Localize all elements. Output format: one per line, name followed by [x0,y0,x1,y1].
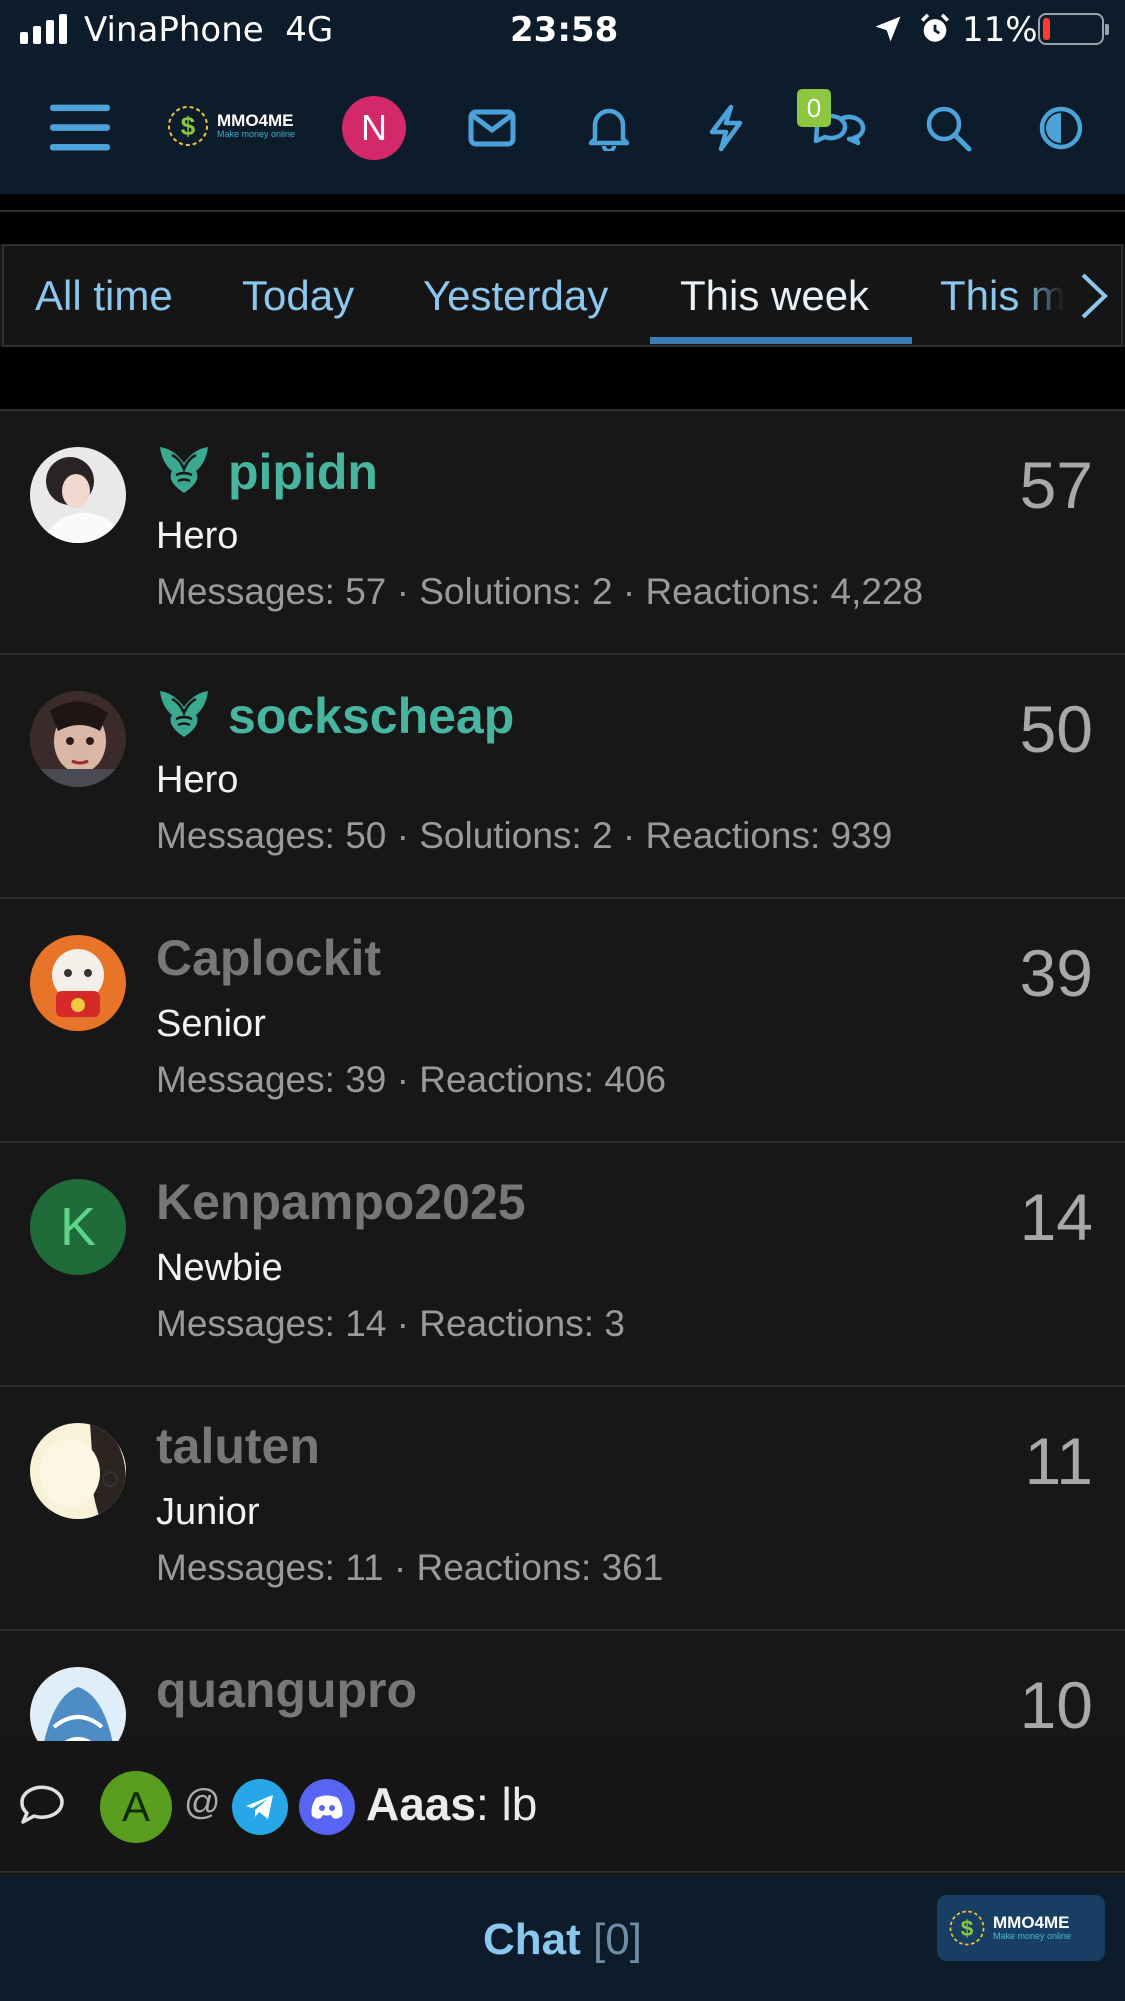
member-title: Junior [156,1491,260,1533]
footer-logo[interactable]: $ MMO4ME Make money online [937,1895,1105,1961]
list-item[interactable]: K Kenpampo2025 Newbie Messages: 14 · Rea… [0,1141,1125,1385]
lightning-icon[interactable] [696,98,756,158]
time-range-tabs: All time Today Yesterday This week This … [2,244,1123,347]
member-stats: Messages: 57 · Solutions: 2 · Reactions:… [156,571,924,612]
chevron-right-icon[interactable] [1072,268,1116,324]
member-title: Senior [156,1003,266,1045]
svg-text:$: $ [961,1916,974,1941]
telegram-icon[interactable] [232,1779,288,1835]
conversations-badge: 0 [797,89,831,127]
signal-icon [20,14,67,44]
member-stats: Messages: 14 · Reactions: 3 [156,1303,625,1344]
member-name[interactable]: taluten [156,1417,320,1475]
avatar[interactable] [30,1667,126,1741]
tab-this-week[interactable]: This week [680,246,869,345]
avatar[interactable]: A [100,1771,172,1843]
avatar[interactable] [30,935,126,1031]
battery-icon [1038,13,1109,45]
list-item[interactable]: sockscheap Hero Messages: 50 · Solutions… [0,653,1125,897]
location-arrow-icon [873,14,903,48]
site-logo[interactable]: $ MMO4ME Make money online [165,96,305,156]
search-icon[interactable] [918,98,978,158]
mention-symbol: @ [184,1781,221,1822]
member-name[interactable]: pipidn [228,443,378,501]
menu-icon[interactable] [50,98,110,158]
tab-all-time[interactable]: All time [35,246,173,345]
theme-toggle-icon[interactable] [1031,98,1091,158]
logo-emblem-icon: $ [949,1910,985,1946]
discord-icon[interactable] [299,1779,355,1835]
battery-percent: 11% [962,10,1038,50]
list-item[interactable]: quangupro 10 [0,1629,1125,1741]
carrier-label: VinaPhone 4G [84,10,334,50]
alarm-icon [918,12,952,50]
member-title: Hero [156,759,239,801]
member-name[interactable]: quangupro [156,1661,417,1719]
member-stats: Messages: 11 · Reactions: 361 [156,1547,664,1588]
member-title: Hero [156,515,239,557]
avatar[interactable] [30,1423,126,1519]
member-name[interactable]: Caplockit [156,929,381,987]
message-count: 11 [1024,1424,1093,1498]
status-bar: VinaPhone 4G 23:58 11% [0,0,1125,58]
list-item[interactable]: Caplockit Senior Messages: 39 · Reaction… [0,897,1125,1141]
avatar[interactable] [30,691,126,787]
clock: 23:58 [510,10,619,50]
member-stats: Messages: 50 · Solutions: 2 · Reactions:… [156,815,893,856]
tab-yesterday[interactable]: Yesterday [423,246,608,345]
logo-emblem-icon: $ [168,106,208,146]
message-count: 39 [1019,936,1093,1010]
svg-text:$: $ [181,111,196,141]
header-separator [0,194,1125,244]
message-count: 10 [1019,1668,1093,1741]
hero-badge-icon [156,685,212,746]
member-list: pipidn Hero Messages: 57 · Solutions: 2 … [0,409,1125,1741]
active-tab-indicator [650,337,912,344]
envelope-icon[interactable] [462,98,522,158]
message-count: 14 [1019,1180,1093,1254]
hero-badge-icon [156,441,212,502]
message-count: 57 [1019,448,1093,522]
avatar[interactable] [30,447,126,543]
tab-today[interactable]: Today [242,246,354,345]
bell-icon[interactable] [579,98,639,158]
member-title: Newbie [156,1247,283,1289]
member-stats: Messages: 39 · Reactions: 406 [156,1059,667,1100]
member-name[interactable]: sockscheap [228,687,514,745]
shoutbox-latest[interactable]: A @ Aaas: lb [0,1741,1125,1873]
chat-footer[interactable]: Chat [0] $ MMO4ME Make money online [0,1875,1125,2001]
chat-bubble-icon[interactable] [18,1783,66,1832]
message-count: 50 [1019,692,1093,766]
top-nav: $ MMO4ME Make money online N 0 [0,58,1125,194]
list-item[interactable]: taluten Junior Messages: 11 · Reactions:… [0,1385,1125,1629]
list-item[interactable]: pipidn Hero Messages: 57 · Solutions: 2 … [0,409,1125,653]
user-avatar[interactable]: N [342,96,406,160]
avatar[interactable]: K [30,1179,126,1275]
member-name[interactable]: Kenpampo2025 [156,1173,526,1231]
shout-message: Aaas: lb [366,1778,538,1830]
